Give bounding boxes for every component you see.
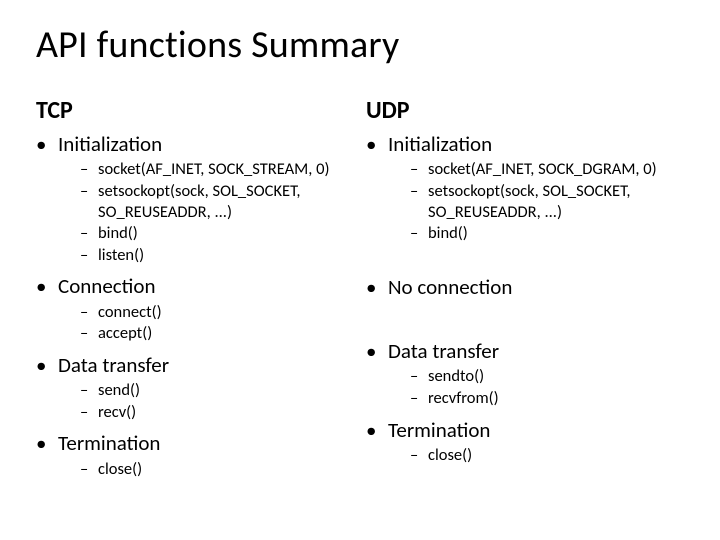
sub-list: –close() — [36, 459, 354, 480]
list-item-label: No connection — [388, 274, 512, 300]
list-item: • Termination –close() — [366, 417, 684, 466]
sub-list: –close() — [366, 445, 684, 466]
dash-icon: – — [410, 181, 428, 202]
column-udp: UDP • Initialization –socket(AF_INET, SO… — [366, 96, 684, 487]
dash-icon: – — [80, 302, 98, 323]
list-item: • Initialization –socket(AF_INET, SOCK_S… — [36, 131, 354, 265]
sub-list-text: recv() — [98, 402, 354, 423]
list-item-row: • Initialization — [36, 131, 354, 157]
columns-container: TCP • Initialization –socket(AF_INET, SO… — [36, 96, 684, 487]
list-item-row: • Connection — [36, 273, 354, 299]
list-item: • Initialization –socket(AF_INET, SOCK_D… — [366, 131, 684, 244]
list-item: • Data transfer –send() –recv() — [36, 352, 354, 423]
sub-list-text: close() — [98, 459, 354, 480]
list-item-label: Data transfer — [58, 352, 169, 378]
list-item-row: • No connection — [366, 274, 684, 300]
sub-list-item: –socket(AF_INET, SOCK_DGRAM, 0) — [410, 159, 684, 180]
list-item-label: Data transfer — [388, 338, 499, 364]
list-item-row: • Termination — [36, 430, 354, 456]
dash-icon: – — [80, 459, 98, 480]
bullet-icon: • — [366, 274, 388, 300]
column-heading: UDP — [366, 96, 684, 125]
sub-list-text: connect() — [98, 302, 354, 323]
list-item: • No connection — [366, 274, 684, 300]
bullet-icon: • — [366, 131, 388, 157]
column-heading: TCP — [36, 96, 354, 125]
sub-list-item: –connect() — [80, 302, 354, 323]
bullet-list: • Initialization –socket(AF_INET, SOCK_S… — [36, 131, 354, 479]
sub-list-item: –recv() — [80, 402, 354, 423]
sub-list-item: –accept() — [80, 323, 354, 344]
sub-list: –send() –recv() — [36, 380, 354, 422]
dash-icon: – — [410, 445, 428, 466]
list-item-row: • Data transfer — [36, 352, 354, 378]
sub-list-text: send() — [98, 380, 354, 401]
sub-list-item: –bind() — [80, 223, 354, 244]
sub-list-item: –recvfrom() — [410, 388, 684, 409]
sub-list-item: –close() — [80, 459, 354, 480]
list-item: • Data transfer –sendto() –recvfrom() — [366, 338, 684, 409]
sub-list-text: bind() — [98, 223, 354, 244]
slide-title: API functions Summary — [36, 22, 684, 68]
sub-list-text: recvfrom() — [428, 388, 684, 409]
bullet-icon: • — [36, 430, 58, 456]
dash-icon: – — [410, 223, 428, 244]
list-item-label: Initialization — [388, 131, 492, 157]
sub-list-text: bind() — [428, 223, 684, 244]
bullet-icon: • — [36, 352, 58, 378]
sub-list-item: –listen() — [80, 245, 354, 266]
list-item-label: Termination — [388, 417, 490, 443]
bullet-icon: • — [366, 417, 388, 443]
dash-icon: – — [80, 159, 98, 180]
bullet-icon: • — [366, 338, 388, 364]
sub-list-text: setsockopt(sock, SOL_SOCKET, SO_REUSEADD… — [98, 181, 354, 222]
sub-list-text: socket(AF_INET, SOCK_DGRAM, 0) — [428, 159, 684, 180]
dash-icon: – — [410, 388, 428, 409]
slide: API functions Summary TCP • Initializati… — [0, 0, 720, 540]
dash-icon: – — [80, 245, 98, 266]
sub-list-text: setsockopt(sock, SOL_SOCKET, SO_REUSEADD… — [428, 181, 684, 222]
dash-icon: – — [80, 380, 98, 401]
sub-list: –connect() –accept() — [36, 302, 354, 344]
sub-list-text: socket(AF_INET, SOCK_STREAM, 0) — [98, 159, 354, 180]
sub-list-item: –sendto() — [410, 366, 684, 387]
dash-icon: – — [80, 323, 98, 344]
sub-list: –sendto() –recvfrom() — [366, 366, 684, 408]
list-item-label: Initialization — [58, 131, 162, 157]
list-item: • Connection –connect() –accept() — [36, 273, 354, 344]
sub-list: –socket(AF_INET, SOCK_STREAM, 0) –setsoc… — [36, 159, 354, 265]
sub-list: –socket(AF_INET, SOCK_DGRAM, 0) –setsock… — [366, 159, 684, 244]
sub-list-item: –socket(AF_INET, SOCK_STREAM, 0) — [80, 159, 354, 180]
dash-icon: – — [410, 366, 428, 387]
bullet-list: • Initialization –socket(AF_INET, SOCK_D… — [366, 131, 684, 465]
list-item-label: Connection — [58, 273, 155, 299]
sub-list-text: accept() — [98, 323, 354, 344]
sub-list-item: –close() — [410, 445, 684, 466]
sub-list-text: close() — [428, 445, 684, 466]
list-item-row: • Termination — [366, 417, 684, 443]
sub-list-item: –send() — [80, 380, 354, 401]
sub-list-text: listen() — [98, 245, 354, 266]
list-item-row: • Data transfer — [366, 338, 684, 364]
sub-list-item: –setsockopt(sock, SOL_SOCKET, SO_REUSEAD… — [80, 181, 354, 222]
bullet-icon: • — [36, 273, 58, 299]
list-item: • Termination –close() — [36, 430, 354, 479]
sub-list-item: –setsockopt(sock, SOL_SOCKET, SO_REUSEAD… — [410, 181, 684, 222]
list-item-row: • Initialization — [366, 131, 684, 157]
dash-icon: – — [80, 402, 98, 423]
dash-icon: – — [80, 223, 98, 244]
column-tcp: TCP • Initialization –socket(AF_INET, SO… — [36, 96, 354, 487]
dash-icon: – — [80, 181, 98, 202]
sub-list-item: –bind() — [410, 223, 684, 244]
sub-list-text: sendto() — [428, 366, 684, 387]
bullet-icon: • — [36, 131, 58, 157]
list-item-label: Termination — [58, 430, 160, 456]
dash-icon: – — [410, 159, 428, 180]
